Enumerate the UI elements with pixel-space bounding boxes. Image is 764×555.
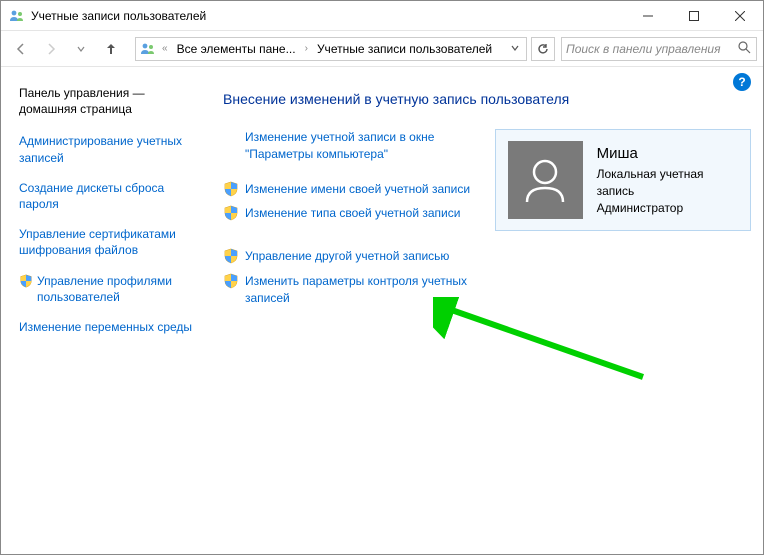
maximize-button[interactable] <box>671 1 717 31</box>
user-account-type: Локальная учетная запись <box>597 166 738 200</box>
sidebar-link-label: Администрирование учетных записей <box>19 133 205 165</box>
shield-icon <box>19 274 33 288</box>
action-link-label: Управление другой учетной записью <box>245 248 449 265</box>
chevron-right-icon[interactable]: › <box>303 43 310 54</box>
user-info: Миша Локальная учетная запись Администра… <box>597 143 738 216</box>
sidebar-link[interactable]: Управление сертификатами шифрования файл… <box>19 226 205 258</box>
sidebar-link-label: Создание дискеты сброса пароля <box>19 180 205 212</box>
users-icon <box>9 8 25 24</box>
sidebar-link[interactable]: Управление профилями пользователей <box>19 273 205 305</box>
shield-icon <box>223 273 239 289</box>
search-placeholder: Поиск в панели управления <box>566 42 738 56</box>
navbar: « Все элементы пане... › Учетные записи … <box>1 31 763 67</box>
sidebar-link-label: Управление сертификатами шифрования файл… <box>19 226 205 258</box>
window-title: Учетные записи пользователей <box>31 9 625 23</box>
action-link-label: Изменение имени своей учетной записи <box>245 181 470 198</box>
sidebar-link[interactable]: Администрирование учетных записей <box>19 133 205 165</box>
sidebar: Панель управления — домашняя страница Ад… <box>1 67 211 554</box>
search-input[interactable]: Поиск в панели управления <box>561 37 757 61</box>
action-link[interactable]: Изменение учетной записи в окне "Парамет… <box>245 129 483 163</box>
action-link-label: Изменение типа своей учетной записи <box>245 205 460 222</box>
action-link[interactable]: Управление другой учетной записью <box>223 248 483 265</box>
close-button[interactable] <box>717 1 763 31</box>
chevron-right-icon: « <box>160 43 170 54</box>
content-area: ? Панель управления — домашняя страница … <box>1 67 763 554</box>
up-button[interactable] <box>97 36 125 62</box>
address-bar[interactable]: « Все элементы пане... › Учетные записи … <box>135 37 527 61</box>
users-icon <box>140 41 156 57</box>
shield-icon <box>223 205 239 221</box>
user-role: Администратор <box>597 200 738 217</box>
main-panel: Внесение изменений в учетную запись поль… <box>211 67 763 554</box>
window-controls <box>625 1 763 31</box>
user-card[interactable]: Миша Локальная учетная запись Администра… <box>495 129 751 231</box>
action-link[interactable]: Изменение типа своей учетной записи <box>223 205 483 222</box>
titlebar: Учетные записи пользователей <box>1 1 763 31</box>
search-icon[interactable] <box>738 41 752 57</box>
chevron-down-icon[interactable] <box>506 42 524 56</box>
sidebar-link-label: Изменение переменных среды <box>19 319 192 335</box>
action-link-label: Изменение учетной записи в окне "Парамет… <box>245 129 483 163</box>
action-link-label: Изменить параметры контроля учетных запи… <box>245 273 483 307</box>
back-button[interactable] <box>7 36 35 62</box>
sidebar-title[interactable]: Панель управления — домашняя страница <box>19 85 205 117</box>
sidebar-link[interactable]: Изменение переменных среды <box>19 319 205 335</box>
avatar <box>508 141 583 219</box>
action-link[interactable]: Изменить параметры контроля учетных запи… <box>223 273 483 307</box>
breadcrumb-segment[interactable]: Все элементы пане... <box>174 40 299 58</box>
recent-dropdown[interactable] <box>67 36 95 62</box>
sidebar-link[interactable]: Создание дискеты сброса пароля <box>19 180 205 212</box>
sidebar-link-label: Управление профилями пользователей <box>37 273 205 305</box>
action-link[interactable]: Изменение имени своей учетной записи <box>223 181 483 198</box>
shield-icon <box>223 181 239 197</box>
action-list: Изменение учетной записи в окне "Парамет… <box>223 129 483 315</box>
forward-button[interactable] <box>37 36 65 62</box>
refresh-button[interactable] <box>531 37 555 61</box>
minimize-button[interactable] <box>625 1 671 31</box>
breadcrumb-segment[interactable]: Учетные записи пользователей <box>314 40 495 58</box>
page-heading: Внесение изменений в учетную запись поль… <box>223 91 751 107</box>
user-name: Миша <box>597 143 738 164</box>
help-button[interactable]: ? <box>733 73 751 91</box>
shield-icon <box>223 248 239 264</box>
